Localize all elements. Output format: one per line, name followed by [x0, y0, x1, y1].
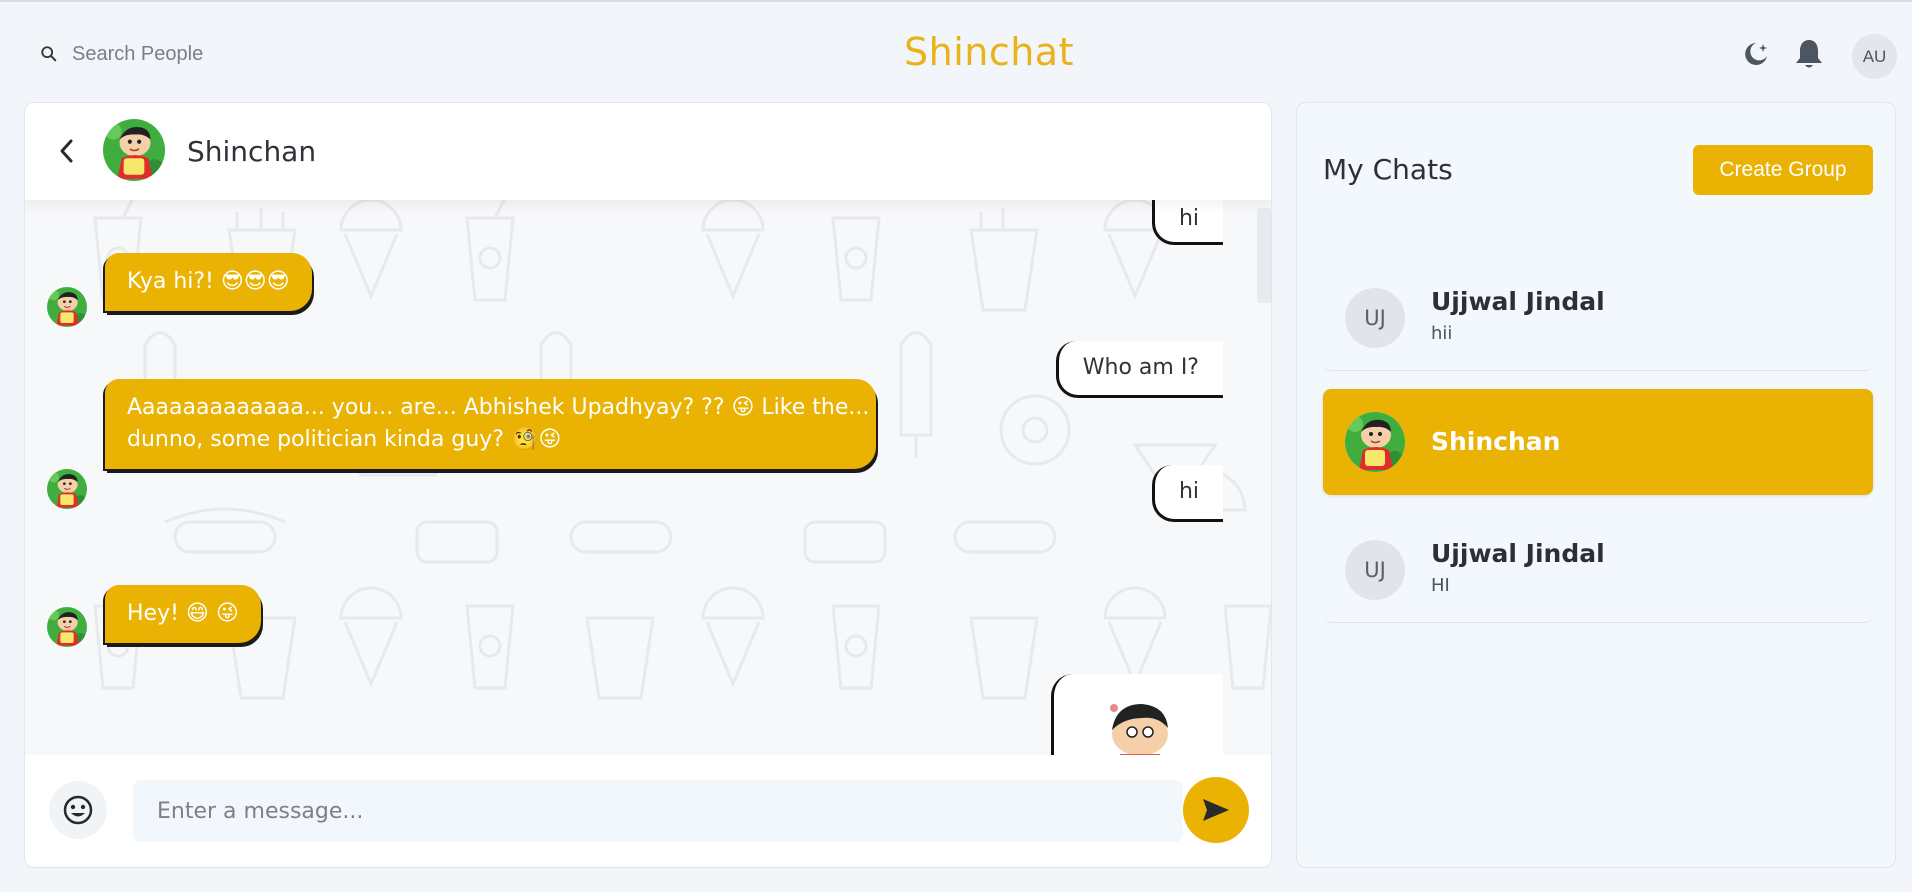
chat-list-item[interactable]: UJ Ujjwal Jindal hii	[1323, 265, 1873, 371]
shinchan-sticker-image	[1110, 704, 1168, 755]
message-list[interactable]: hi Kya hi?! 😎😎😎 Who am I? Aaaaaaaaaaaaa.…	[25, 200, 1271, 755]
app-header: Search People Shinchat AU	[0, 6, 1912, 101]
chat-list-item-active[interactable]: Shinchan	[1323, 389, 1873, 495]
chat-item-avatar: UJ	[1345, 540, 1405, 600]
send-icon	[1203, 799, 1229, 821]
sticker-message	[1051, 674, 1223, 755]
message-bubble-out: hi	[1151, 200, 1223, 245]
message-bubble-out: Who am I?	[1055, 341, 1223, 398]
message-bubble-in: Kya hi?! 😎😎😎	[105, 253, 312, 311]
sender-avatar	[47, 469, 87, 509]
message-bubble-out: hi	[1151, 465, 1223, 522]
emoji-button[interactable]	[49, 781, 107, 839]
smiley-icon	[63, 795, 93, 825]
chat-list-item[interactable]: UJ Ujjwal Jindal HI	[1323, 517, 1873, 623]
sender-avatar	[47, 607, 87, 647]
message-input[interactable]	[133, 780, 1183, 842]
chat-item-last-message: hii	[1431, 323, 1453, 344]
scrollbar[interactable]	[1257, 208, 1271, 303]
back-button[interactable]	[51, 133, 83, 169]
my-chats-title: My Chats	[1323, 153, 1453, 186]
chat-item-name: Ujjwal Jindal	[1431, 539, 1605, 568]
chat-item-avatar	[1345, 412, 1405, 472]
chat-avatar[interactable]	[103, 119, 165, 181]
create-group-button[interactable]: Create Group	[1693, 145, 1873, 195]
chat-item-name: Shinchan	[1431, 427, 1561, 456]
bell-icon[interactable]	[1789, 34, 1829, 74]
my-chats-panel: My Chats Create Group UJ Ujjwal Jindal h…	[1296, 102, 1896, 868]
chat-item-last-message: HI	[1431, 575, 1450, 596]
send-button[interactable]	[1183, 777, 1249, 843]
chat-panel: Shinchan hi Kya hi?! 😎😎😎 Who am I? Aaaaa…	[24, 102, 1272, 868]
moon-icon[interactable]	[1736, 34, 1776, 74]
chat-item-name: Ujjwal Jindal	[1431, 287, 1605, 316]
app-title: Shinchat	[903, 30, 1074, 74]
sender-avatar	[47, 287, 87, 327]
message-composer	[25, 755, 1271, 867]
message-bubble-in: Aaaaaaaaaaaaa... you... are... Abhishek …	[105, 379, 876, 469]
message-bubble-in: Hey! 😄 😜	[105, 585, 261, 643]
chat-header: Shinchan	[25, 103, 1271, 200]
chat-item-avatar: UJ	[1345, 288, 1405, 348]
chevron-left-icon	[60, 139, 73, 163]
chat-name: Shinchan	[187, 135, 317, 168]
user-avatar[interactable]: AU	[1852, 34, 1897, 79]
